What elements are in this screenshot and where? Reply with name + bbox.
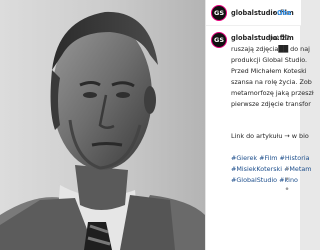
- hashtag-line[interactable]: #MisiekKoterski #Metam: [231, 165, 312, 173]
- dot-icon: •: [284, 185, 290, 195]
- caption-line: ruszają zdjęcia██ do naj: [231, 45, 310, 53]
- instagram-post: GS globalstudio.film • Obs GS globalstud…: [0, 0, 314, 250]
- more-dots-icon[interactable]: • • •: [280, 165, 294, 205]
- caption-line: pierwsze zdjęcie transfor: [231, 100, 311, 108]
- separator-dot: •: [272, 9, 276, 17]
- post-side-panel: GS globalstudio.film • Obs GS globalstud…: [205, 0, 314, 250]
- caption-link-line: Link do artykułu → w bio: [231, 132, 309, 140]
- logo-icon[interactable]: GS: [211, 5, 227, 21]
- caption-line: produkcji Global Studio.: [231, 56, 308, 64]
- caption-line: Już 27: [270, 34, 290, 42]
- caption-line: Przed Michałem Koteski: [231, 67, 307, 75]
- dot-icon: •: [284, 175, 290, 185]
- caption-line: szansa na rolę życia. Zob: [231, 78, 312, 86]
- follow-button[interactable]: Obs: [277, 9, 291, 17]
- portrait-photo: [0, 0, 205, 250]
- post-header: GS globalstudio.film • Obs: [206, 0, 301, 26]
- logo-icon[interactable]: GS: [211, 32, 227, 48]
- caption-line: metamorfozę jaką przeszł: [231, 89, 314, 97]
- post-photo[interactable]: [0, 0, 205, 250]
- hashtag-line[interactable]: #Gierek #Film #Historia: [231, 154, 310, 162]
- post-caption: GS globalstudio.film Już 27 ruszają zdję…: [206, 30, 314, 250]
- dot-icon: •: [284, 165, 290, 175]
